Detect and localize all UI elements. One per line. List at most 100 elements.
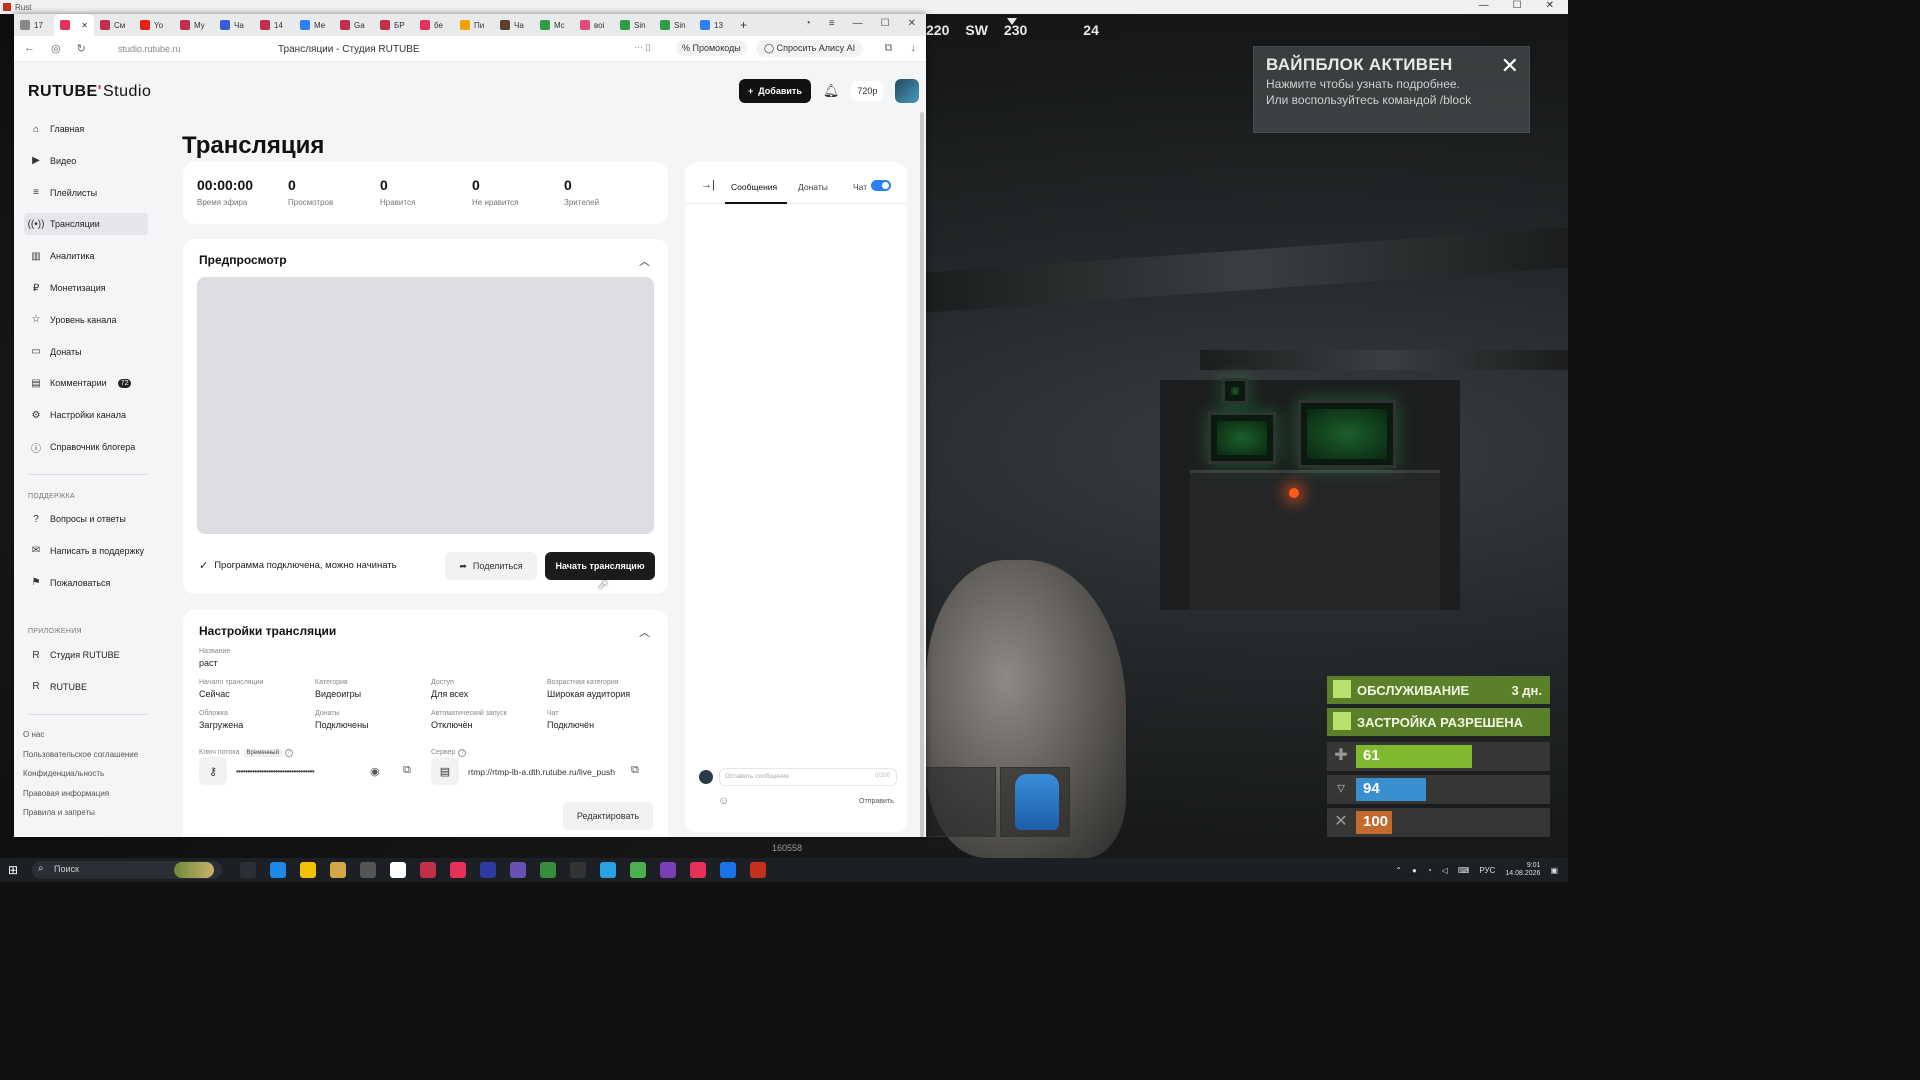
taskbar-app-icon[interactable] xyxy=(360,862,376,878)
browser-tab[interactable]: Sin xyxy=(654,14,694,36)
browser-tab[interactable]: Ча xyxy=(214,14,254,36)
more-icon[interactable]: ⋯ ▯ xyxy=(634,42,650,53)
taskbar-app-icon[interactable] xyxy=(330,862,346,878)
network-icon[interactable]: ◔ xyxy=(1427,866,1432,875)
sidebar-item[interactable]: ▶ Видео xyxy=(24,150,148,172)
taskbar-app-icon[interactable] xyxy=(300,862,316,878)
taskbar-app-icon[interactable] xyxy=(270,862,286,878)
info-icon[interactable]: ? xyxy=(458,749,467,757)
sidebar-item[interactable]: ₽ Монетизация xyxy=(24,277,148,299)
footer-link[interactable]: О нас xyxy=(23,730,44,739)
taskbar-app-icon[interactable] xyxy=(510,862,526,878)
sidebar-item[interactable]: ≡ Плейлисты xyxy=(24,182,148,204)
minimize-icon[interactable]: — xyxy=(1479,0,1489,11)
keyboard-icon[interactable]: ⌨ xyxy=(1458,866,1470,875)
bell-icon[interactable]: 🔔︎ xyxy=(823,83,840,99)
browser-tab[interactable]: Yo xyxy=(134,14,174,36)
browser-tab[interactable]: Mc xyxy=(534,14,574,36)
browser-tab[interactable]: бе xyxy=(414,14,454,36)
share-button[interactable]: ➦ Поделиться xyxy=(445,552,537,580)
emoji-icon[interactable]: ☺ xyxy=(718,795,729,807)
browser-tab[interactable]: Ча xyxy=(494,14,534,36)
add-button[interactable]: + Добавить xyxy=(739,79,811,103)
quality-badge[interactable]: 720p xyxy=(851,81,884,101)
browser-tab[interactable]: 14 xyxy=(254,14,294,36)
sidebar-item[interactable]: ⓘ Справочник блогера xyxy=(24,436,148,458)
ask-alice-button[interactable]: ◯ Спросить Алису AI xyxy=(756,40,864,57)
taskbar-app-icon[interactable] xyxy=(720,862,736,878)
sidebar-item[interactable]: ⌂ Главная xyxy=(24,118,148,140)
chat-message-input[interactable]: Оставить сообщение 0/200 xyxy=(719,768,897,786)
sidebar-item[interactable]: ⚑ Пожаловаться xyxy=(24,572,148,594)
language-indicator[interactable]: РУС xyxy=(1479,866,1495,875)
browser-tab[interactable]: Пи xyxy=(454,14,494,36)
browser-tab[interactable]: 17 xyxy=(14,14,54,36)
browser-tab[interactable]: БР xyxy=(374,14,414,36)
chevron-up-icon[interactable]: ︿ xyxy=(639,253,650,269)
taskbar-app-icon[interactable] xyxy=(630,862,646,878)
wipe-block-banner[interactable]: ВАЙПБЛОК АКТИВЕН ✕ Нажмите чтобы узнать … xyxy=(1253,46,1530,133)
inventory-slot[interactable] xyxy=(926,767,996,837)
collections-icon[interactable]: ⧉ xyxy=(885,42,893,55)
close-icon[interactable]: ✕ xyxy=(1546,0,1554,11)
promo-codes-button[interactable]: % Промокоды xyxy=(676,40,747,56)
sidebar-item[interactable]: ▭ Донаты xyxy=(24,341,148,363)
copy-icon[interactable]: ⧉ xyxy=(403,764,411,777)
windows-start-icon[interactable]: ⊞ xyxy=(8,863,18,877)
browser-tab[interactable]: См xyxy=(94,14,134,36)
browser-tab[interactable]: воі xyxy=(574,14,614,36)
footer-link[interactable]: Правовая информация xyxy=(23,789,109,798)
reload-icon[interactable]: ↻ xyxy=(77,42,86,55)
url-field[interactable]: studio.rutube.ru xyxy=(118,44,181,54)
taskbar-app-icon[interactable] xyxy=(480,862,496,878)
close-icon[interactable]: ✕ xyxy=(1501,53,1519,79)
close-tab-icon[interactable]: ✕ xyxy=(81,21,88,30)
rutube-studio-logo[interactable]: RUTUBE'Studio xyxy=(28,83,151,101)
tab-donations[interactable]: Донаты xyxy=(798,182,828,192)
sidebar-item[interactable]: R Студия RUTUBE xyxy=(24,644,148,666)
yandex-home-icon[interactable]: ◎ xyxy=(51,42,61,55)
browser-tab[interactable]: 13 xyxy=(694,14,734,36)
inventory-slot-backpack[interactable] xyxy=(1000,767,1070,837)
sidebar-item[interactable]: ☆ Уровень канала xyxy=(24,309,148,331)
clock[interactable]: 9:01 14.08.2026 xyxy=(1505,862,1540,878)
sidebar-item[interactable]: ✉ Написать в поддержку xyxy=(24,540,148,562)
collapse-panel-icon[interactable]: →| xyxy=(701,179,715,191)
volume-icon[interactable]: ◁ xyxy=(1442,866,1448,875)
scrollbar[interactable] xyxy=(920,112,924,837)
maximize-icon[interactable]: ☐ xyxy=(881,18,890,29)
taskbar-app-icon[interactable] xyxy=(660,862,676,878)
sidebar-item[interactable]: ▥ Аналитика xyxy=(24,245,148,267)
eye-icon[interactable]: ◉ xyxy=(370,765,380,778)
back-icon[interactable]: ← xyxy=(24,42,35,55)
taskbar-app-icon[interactable] xyxy=(540,862,556,878)
menu-icon[interactable]: ≡ xyxy=(829,18,835,29)
chevron-up-icon[interactable]: ︿ xyxy=(639,624,650,640)
taskbar-app-icon[interactable] xyxy=(450,862,466,878)
chat-toggle[interactable] xyxy=(871,180,891,191)
sidebar-item[interactable]: ▤ Комментарии 72 xyxy=(24,372,148,394)
taskbar-search[interactable]: ⌕ Поиск xyxy=(32,861,222,879)
browser-tab[interactable]: My xyxy=(174,14,214,36)
footer-link[interactable]: Конфиденциальность xyxy=(23,769,104,778)
close-icon[interactable]: ✕ xyxy=(908,18,916,29)
browser-tab[interactable]: Ga xyxy=(334,14,374,36)
edit-button[interactable]: Редактировать xyxy=(563,802,653,830)
sidebar-item[interactable]: ? Вопросы и ответы xyxy=(24,508,148,530)
avatar[interactable] xyxy=(895,79,920,103)
copy-icon[interactable]: ⧉ xyxy=(631,764,639,777)
sidebar-item[interactable]: ((•)) Трансляции xyxy=(24,213,148,236)
microphone-icon[interactable]: ● xyxy=(1412,866,1417,875)
tray-chevron-icon[interactable]: ⌃ xyxy=(1395,866,1402,875)
minimize-icon[interactable]: — xyxy=(853,18,863,29)
info-icon[interactable]: ? xyxy=(284,749,293,757)
scrollbar-thumb[interactable] xyxy=(920,112,924,837)
download-icon[interactable]: ↓ xyxy=(911,42,917,55)
maximize-icon[interactable]: ☐ xyxy=(1513,0,1522,11)
taskbar-app-icon[interactable] xyxy=(570,862,586,878)
send-button[interactable]: Отправить xyxy=(859,798,894,805)
sidebar-item[interactable]: R RUTUBE xyxy=(24,676,148,698)
new-tab-icon[interactable]: + xyxy=(740,18,747,32)
browser-tab[interactable]: Sin xyxy=(614,14,654,36)
taskbar-app-icon[interactable] xyxy=(420,862,436,878)
